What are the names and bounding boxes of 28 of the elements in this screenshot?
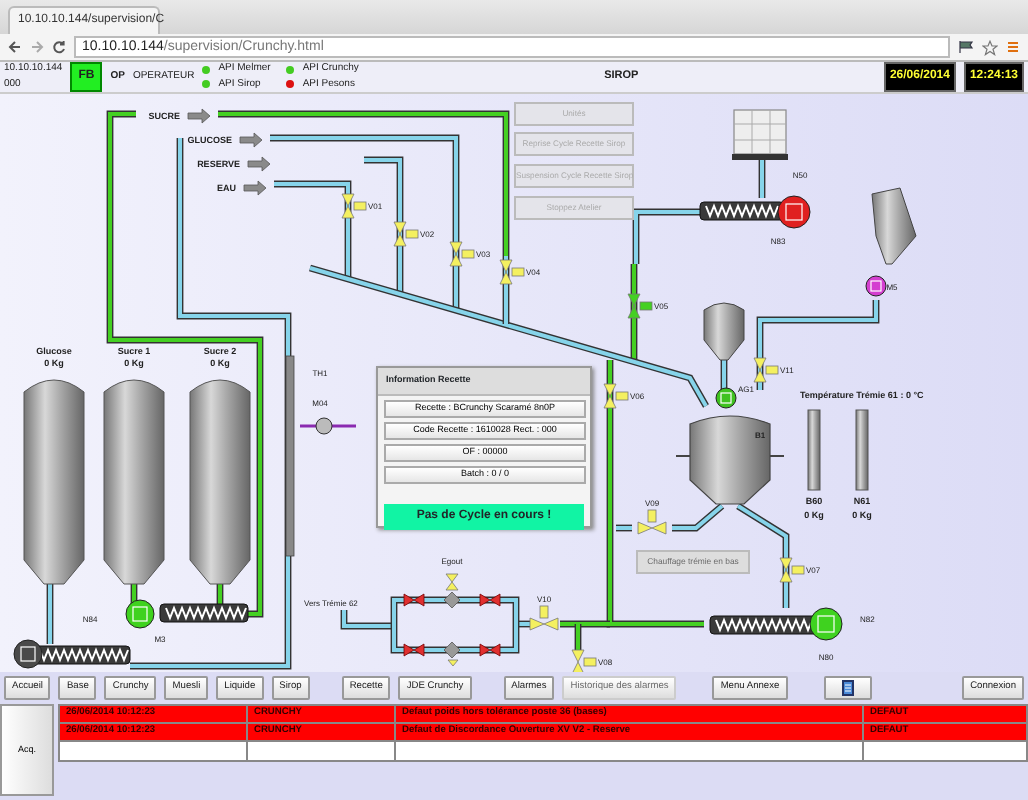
pipe bbox=[720, 360, 728, 392]
valve-cluster-drawing bbox=[390, 573, 520, 667]
screw-conveyor-drawing bbox=[699, 201, 785, 221]
pipe bbox=[758, 160, 766, 198]
arrow-icon bbox=[247, 156, 271, 172]
reload-icon[interactable] bbox=[52, 40, 66, 54]
bin-drawing bbox=[807, 409, 821, 491]
bin-drawing bbox=[855, 409, 869, 491]
document-icon bbox=[841, 679, 854, 696]
star-icon[interactable] bbox=[982, 39, 998, 55]
pipe bbox=[736, 503, 790, 608]
toolbar-button[interactable] bbox=[823, 676, 872, 700]
pipe bbox=[340, 610, 394, 630]
container-drawing bbox=[732, 109, 788, 160]
hopper-drawing bbox=[703, 302, 745, 361]
arrow-icon bbox=[187, 108, 211, 124]
flag-icon[interactable] bbox=[958, 40, 974, 54]
hopper-drawing bbox=[871, 187, 917, 265]
menu-icon[interactable] bbox=[1006, 40, 1020, 54]
arrow-icon bbox=[239, 132, 263, 148]
arrow-icon bbox=[243, 180, 267, 196]
screw-conveyor-drawing bbox=[159, 603, 249, 623]
back-icon[interactable] bbox=[8, 40, 22, 54]
tank-body-drawing bbox=[675, 415, 785, 505]
pump-icon bbox=[300, 417, 356, 435]
screw-conveyor-drawing bbox=[33, 645, 131, 665]
pipe bbox=[756, 300, 880, 390]
pipe bbox=[46, 584, 54, 644]
